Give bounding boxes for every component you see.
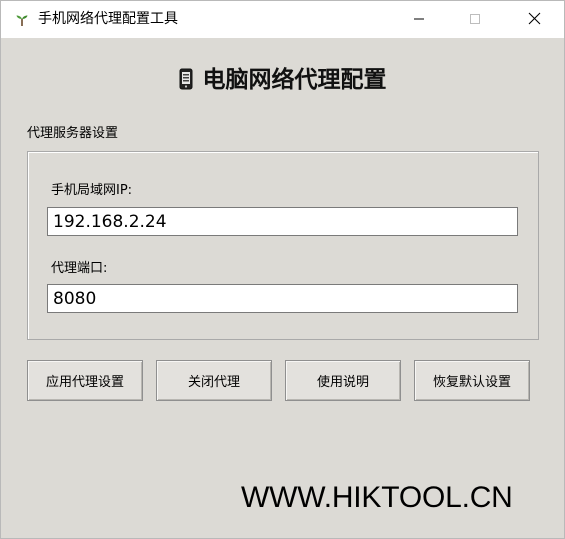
close-button[interactable] <box>511 1 557 38</box>
maximize-icon <box>469 10 481 29</box>
port-input[interactable] <box>47 284 518 313</box>
watermark-text: WWW.HIKTOOL.CN <box>241 481 513 514</box>
port-label: 代理端口: <box>51 261 108 276</box>
ip-input[interactable] <box>47 207 518 236</box>
page-title-text: 电脑网络代理配置 <box>202 67 387 93</box>
ip-label: 手机局域网IP: <box>51 183 133 198</box>
app-window: 手机网络代理配置工具 电脑网络代理配置 代理服务器设置 手机局域网IP: 192… <box>0 0 565 539</box>
title-bar[interactable]: 手机网络代理配置工具 <box>1 1 564 38</box>
mobile-phone-icon <box>179 66 193 100</box>
window-title: 手机网络代理配置工具 <box>38 11 178 27</box>
minimize-button[interactable] <box>396 1 442 38</box>
maximize-button[interactable] <box>452 1 498 38</box>
help-button[interactable]: 使用说明 <box>285 360 401 401</box>
page-title: 电脑网络代理配置 <box>1 63 564 100</box>
proxy-group-label: 代理服务器设置 <box>27 126 119 141</box>
reset-defaults-button[interactable]: 恢复默认设置 <box>414 360 530 401</box>
close-icon <box>528 10 541 29</box>
disable-proxy-button[interactable]: 关闭代理 <box>156 360 272 401</box>
sprout-icon <box>15 12 29 26</box>
minimize-icon <box>413 10 425 29</box>
apply-proxy-button[interactable]: 应用代理设置 <box>27 360 143 401</box>
